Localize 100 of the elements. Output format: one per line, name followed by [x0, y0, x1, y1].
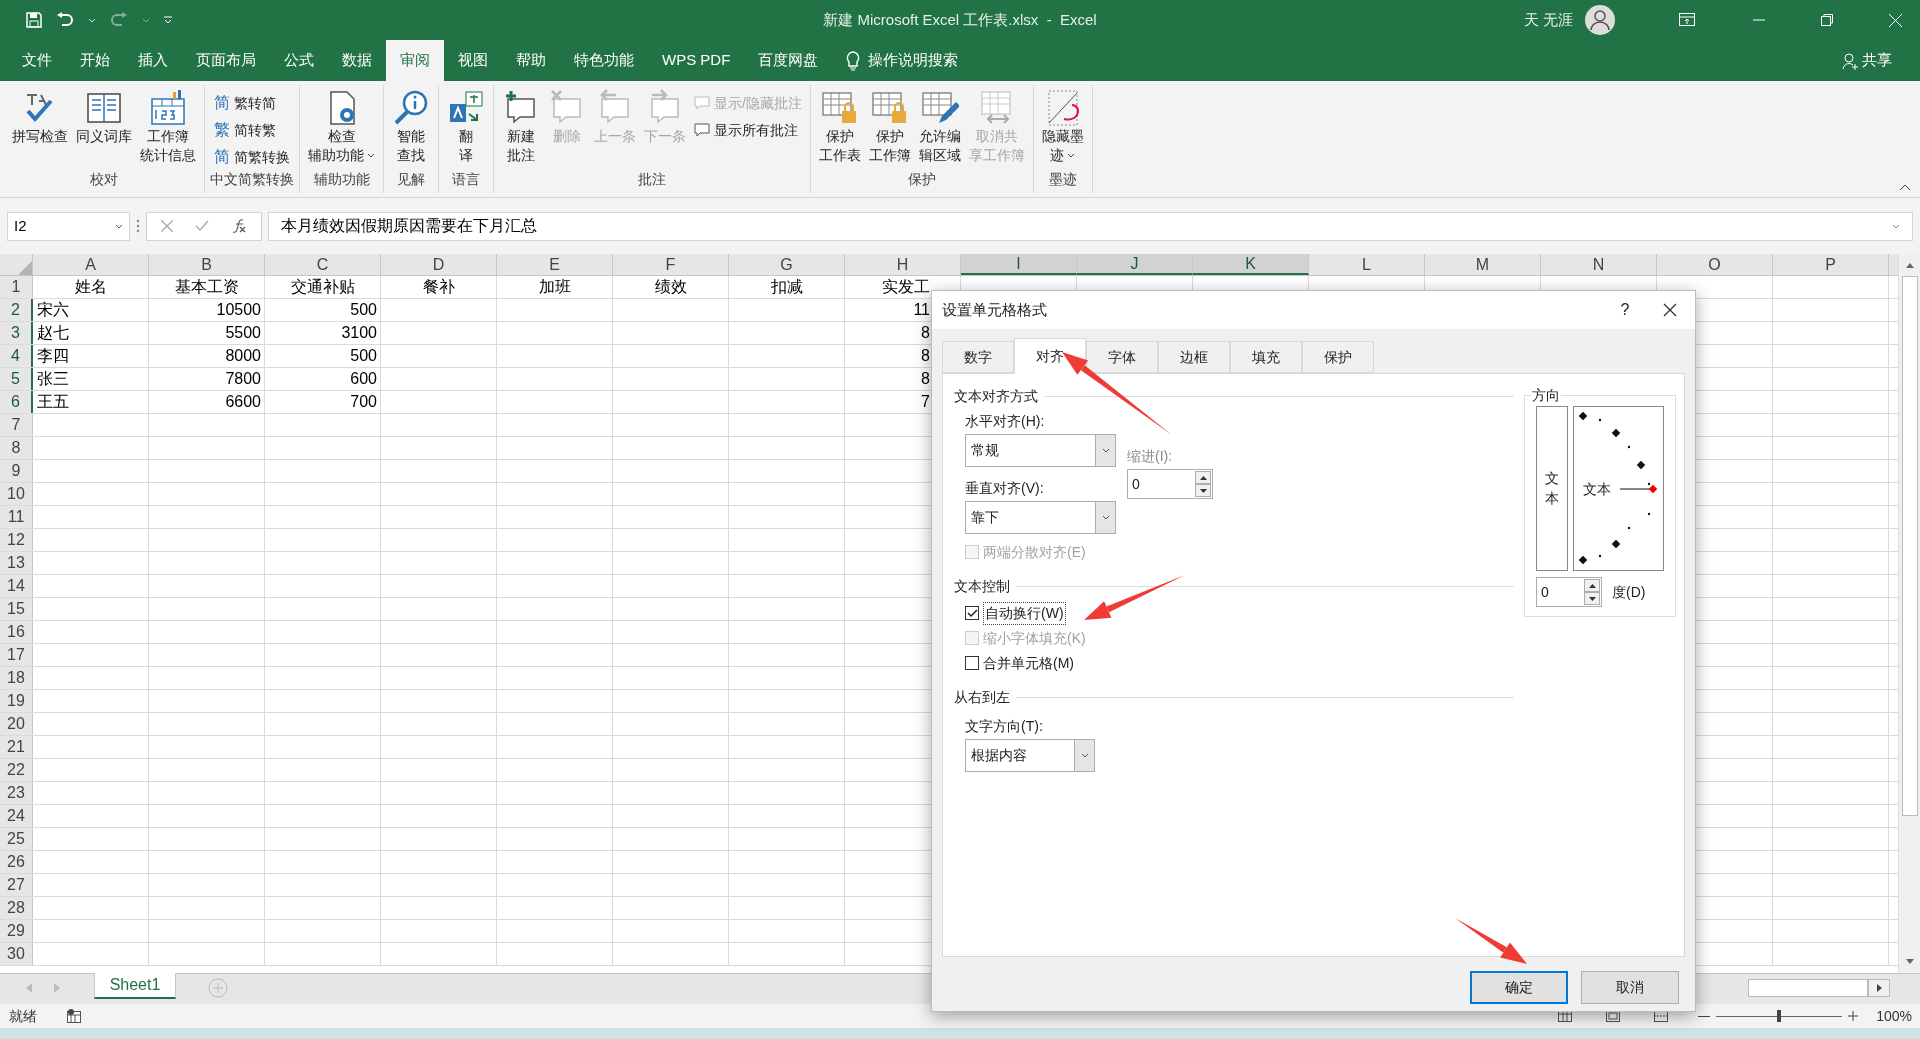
page-layout-icon[interactable] — [1606, 1010, 1621, 1022]
column-header[interactable]: F — [613, 254, 729, 275]
zoom-slider[interactable] — [1716, 1010, 1843, 1022]
close-icon[interactable] — [1889, 13, 1902, 27]
ribbon-button[interactable]: 简 简繁转换 — [211, 145, 293, 169]
dialog-tab[interactable]: 数字 — [942, 341, 1014, 373]
formula-field[interactable]: 本月绩效因假期原因需要在下月汇总 — [268, 211, 1913, 241]
function-icon[interactable] — [231, 218, 247, 234]
checkbox[interactable] — [965, 606, 979, 620]
row-header[interactable]: 28 — [0, 897, 33, 919]
ribbon-options-icon[interactable] — [1679, 13, 1695, 27]
spinner-field[interactable]: 0 — [1536, 577, 1602, 607]
column-header[interactable]: N — [1541, 254, 1657, 275]
row-header[interactable]: 13 — [0, 552, 33, 574]
row-header[interactable]: 2 — [0, 299, 33, 321]
column-header[interactable]: P — [1773, 254, 1889, 275]
column-header[interactable]: G — [729, 254, 845, 275]
row-header[interactable]: 30 — [0, 943, 33, 965]
dialog-tab[interactable]: 边框 — [1158, 341, 1230, 373]
menu-tab[interactable]: 帮助 — [502, 40, 560, 81]
menu-tab[interactable]: 公式 — [270, 40, 328, 81]
menu-tab[interactable]: WPS PDF — [648, 40, 745, 81]
row-header[interactable]: 7 — [0, 414, 33, 436]
menu-tab[interactable]: 开始 — [66, 40, 124, 81]
ribbon-button[interactable]: 保护 工作表 — [815, 89, 864, 165]
row-header[interactable]: 1 — [0, 276, 33, 298]
scroll-right-icon[interactable] — [1868, 979, 1890, 997]
dialog-tab[interactable]: 字体 — [1086, 341, 1158, 373]
row-header[interactable]: 6 — [0, 391, 33, 413]
column-header[interactable]: J — [1077, 254, 1193, 275]
row-header[interactable]: 14 — [0, 575, 33, 597]
column-header[interactable]: L — [1309, 254, 1425, 275]
ribbon-button[interactable]: 繁 简转繁 — [211, 118, 293, 142]
row-header[interactable]: 18 — [0, 667, 33, 689]
row-header[interactable]: 10 — [0, 483, 33, 505]
zoom-level[interactable]: 100% — [1876, 1005, 1912, 1027]
row-header[interactable]: 23 — [0, 782, 33, 804]
menu-tab[interactable]: 审阅 — [386, 40, 444, 81]
menu-tab[interactable]: 百度网盘 — [744, 40, 833, 81]
row-header[interactable]: 15 — [0, 598, 33, 620]
row-header[interactable]: 24 — [0, 805, 33, 827]
column-header[interactable]: I — [961, 254, 1077, 275]
dialog-button[interactable]: 取消 — [1581, 971, 1679, 1004]
orientation-dial[interactable]: 文本 — [1573, 406, 1664, 571]
row-header[interactable]: 5 — [0, 368, 33, 390]
collapse-ribbon-icon[interactable] — [1899, 184, 1911, 191]
dialog-button[interactable]: 确定 — [1470, 971, 1568, 1004]
column-header[interactable]: B — [149, 254, 265, 275]
avatar-icon[interactable] — [1585, 5, 1615, 35]
dialog-tab[interactable]: 填充 — [1230, 341, 1302, 373]
ribbon-button[interactable]: 显示所有批注 — [691, 118, 805, 142]
column-header[interactable]: E — [497, 254, 613, 275]
customize-icon[interactable] — [164, 16, 172, 24]
row-header[interactable]: 16 — [0, 621, 33, 643]
column-header[interactable]: C — [265, 254, 381, 275]
row-header[interactable]: 4 — [0, 345, 33, 367]
row-header[interactable]: 12 — [0, 529, 33, 551]
ribbon-button[interactable]: 拼写检查 — [9, 89, 71, 146]
ribbon-button[interactable]: 新建 批注 — [499, 89, 543, 165]
row-header[interactable]: 29 — [0, 920, 33, 942]
macro-record-icon[interactable] — [67, 1009, 81, 1023]
menu-tab[interactable]: 视图 — [444, 40, 502, 81]
row-header[interactable]: 3 — [0, 322, 33, 344]
menu-tab[interactable]: 特色功能 — [560, 40, 648, 81]
ribbon-button[interactable]: 检查 辅助功能 — [305, 89, 378, 165]
menu-tab[interactable]: 插入 — [124, 40, 182, 81]
dialog-tab[interactable]: 对齐 — [1014, 338, 1086, 374]
row-header[interactable]: 19 — [0, 690, 33, 712]
column-header[interactable]: O — [1657, 254, 1773, 275]
ribbon-button[interactable]: 翻 译 — [444, 89, 488, 165]
row-header[interactable]: 8 — [0, 437, 33, 459]
check-icon[interactable] — [195, 220, 209, 232]
dialog-tab[interactable]: 保护 — [1302, 341, 1374, 373]
ribbon-button[interactable]: 隐藏墨 迹 — [1038, 89, 1087, 165]
restore-icon[interactable] — [1821, 14, 1833, 26]
menu-tab[interactable]: 文件 — [8, 40, 66, 81]
page-break-icon[interactable] — [1654, 1010, 1669, 1022]
column-header[interactable]: K — [1193, 254, 1309, 275]
dropdown-field[interactable]: 常规 — [965, 434, 1116, 467]
row-header[interactable]: 21 — [0, 736, 33, 758]
normal-view-icon[interactable] — [1558, 1010, 1573, 1022]
ribbon-button[interactable]: 允许编 辑区域 — [915, 89, 964, 165]
row-header[interactable]: 26 — [0, 851, 33, 873]
undo-icon[interactable] — [56, 12, 74, 28]
scrollbar-thumb[interactable] — [1901, 276, 1918, 816]
save-icon[interactable] — [26, 12, 42, 28]
row-header[interactable]: 27 — [0, 874, 33, 896]
ribbon-button[interactable]: 简 繁转简 — [211, 91, 293, 115]
column-header[interactable]: D — [381, 254, 497, 275]
column-header[interactable]: A — [33, 254, 149, 275]
row-header[interactable]: 9 — [0, 460, 33, 482]
row-header[interactable]: 25 — [0, 828, 33, 850]
help-button[interactable]: ? — [1605, 298, 1645, 322]
zoom-in-icon[interactable] — [1848, 1011, 1859, 1021]
menu-tab[interactable]: 数据 — [328, 40, 386, 81]
dropdown-field[interactable]: 靠下 — [965, 501, 1116, 534]
ribbon-button[interactable]: 工作簿 统计信息 — [137, 89, 199, 165]
menu-tab[interactable]: 页面布局 — [182, 40, 270, 81]
row-header[interactable]: 20 — [0, 713, 33, 735]
checkbox[interactable] — [965, 656, 979, 670]
